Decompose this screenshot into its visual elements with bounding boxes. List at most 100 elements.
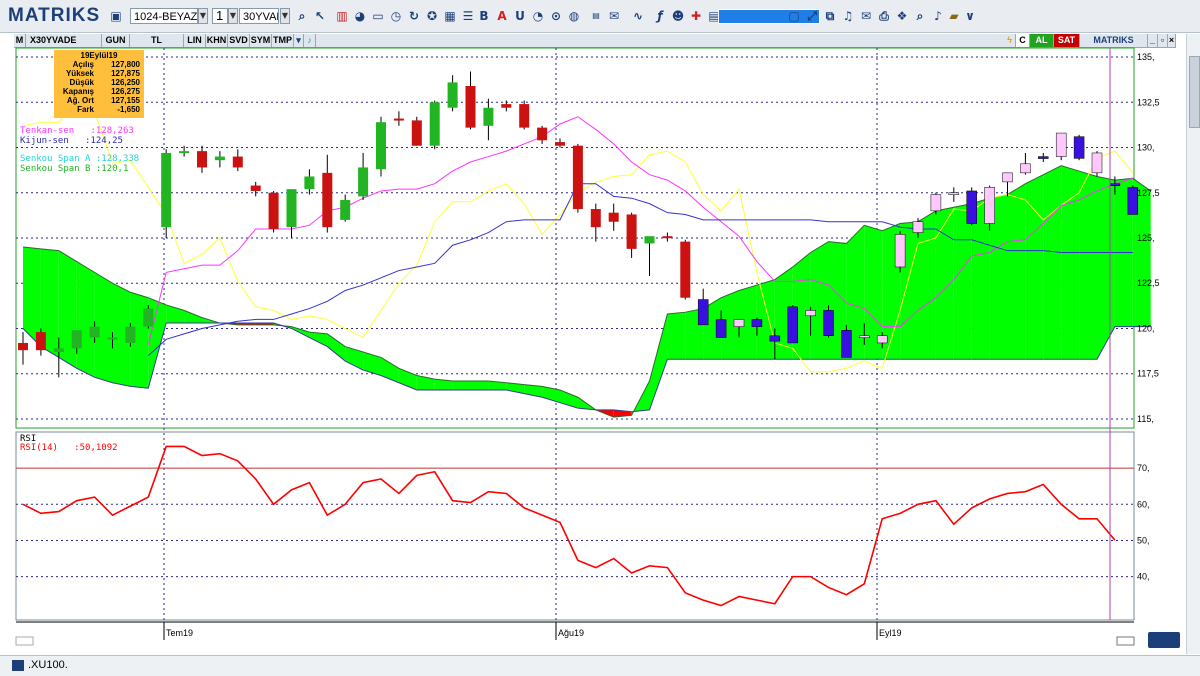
candle-body	[71, 330, 82, 349]
candle-body	[53, 348, 64, 352]
kumo-cloud-segment	[918, 210, 936, 360]
candle-body	[1020, 163, 1031, 174]
info-low-label: Düşük	[69, 78, 94, 87]
candle-body	[966, 190, 977, 224]
candle-body	[626, 214, 637, 249]
rsi-tick-label: 40,	[1137, 572, 1150, 582]
rsi-tick-label: 50,	[1137, 535, 1150, 545]
candle-body	[555, 142, 565, 146]
candle-body	[268, 192, 279, 229]
info-diff-value: -1,650	[117, 105, 140, 114]
candle-body	[841, 330, 852, 358]
candle-body	[662, 236, 673, 239]
candle-body	[304, 176, 315, 190]
candle-body	[787, 306, 798, 344]
span-b-legend: Senkou Span B :120,1	[20, 164, 129, 174]
candle-body	[572, 145, 583, 210]
candle-body	[1091, 152, 1103, 174]
info-open-value: 127,800	[111, 60, 140, 69]
candle-body	[1002, 172, 1013, 183]
scroll-left-button[interactable]	[15, 636, 34, 646]
candle-body	[89, 326, 100, 338]
kumo-cloud-segment	[452, 380, 471, 390]
candle-body	[411, 120, 422, 146]
candle-body	[948, 192, 960, 196]
info-low-value: 126,250	[111, 78, 140, 87]
price-tick-label: 120,	[1137, 323, 1155, 333]
kumo-cloud-segment	[953, 203, 972, 360]
price-tick-label: 122,5	[1137, 278, 1160, 288]
candle-body	[322, 172, 333, 228]
info-close-value: 126,275	[111, 87, 140, 96]
candle-body	[859, 335, 870, 338]
price-tick-label: 125,	[1137, 233, 1155, 243]
rsi-legend: RSI(14) :50,1092	[20, 443, 118, 453]
x-tick-label: Eyl19	[879, 628, 902, 638]
candle-body	[894, 234, 906, 268]
kumo-cloud-segment	[810, 241, 829, 360]
status-bar: .XU100.	[0, 655, 1200, 676]
candle-body	[644, 236, 655, 244]
ohlc-info-box: 19Eylül19 Açılış 127,800 Yüksek 127,875 Dü…	[54, 50, 144, 118]
chart-canvas[interactable]: 135, 132,5 130, 127,5 125, 122,5 120, 117,5 115,…	[0, 0, 1200, 675]
kumo-cloud-segment	[667, 312, 686, 360]
kumo-cloud-segment	[76, 261, 95, 378]
kumo-cloud-segment	[1079, 171, 1097, 360]
scrollbar-thumb[interactable]	[1189, 56, 1200, 128]
candle-body	[715, 319, 727, 338]
info-avg-label: Ağ. Ort	[66, 96, 94, 105]
kijun-legend: Kijun-sen :124,25	[20, 136, 123, 146]
x-tick-label: Tem19	[166, 628, 193, 638]
info-open-label: Açılış	[72, 60, 94, 69]
candle-body	[107, 337, 118, 340]
candle-body	[769, 335, 781, 342]
candle-body	[483, 107, 494, 126]
candle-body	[179, 151, 190, 154]
candle-body	[733, 319, 745, 327]
candle-body	[18, 342, 28, 351]
candle-body	[340, 200, 351, 220]
price-tick-label: 130,	[1137, 143, 1155, 153]
right-scrollbar[interactable]	[1186, 34, 1200, 654]
info-high-value: 127,875	[111, 69, 140, 78]
candle-body	[590, 209, 601, 228]
scroll-right-button[interactable]	[1116, 636, 1135, 646]
candle-body	[286, 189, 297, 228]
price-tick-label: 132,5	[1137, 97, 1160, 107]
candle-body	[608, 212, 619, 222]
candle-body	[680, 241, 691, 298]
kumo-cloud-segment	[470, 380, 489, 390]
tenkan-legend: Tenkan-sen :128,263	[20, 126, 134, 136]
status-symbol[interactable]: .XU100.	[28, 659, 68, 671]
candle-body	[1109, 183, 1121, 186]
candle-body	[1073, 136, 1085, 159]
candle-body	[232, 156, 243, 168]
candle-body	[876, 335, 888, 344]
candle-body	[697, 299, 709, 326]
rsi-panel-frame	[15, 431, 1135, 621]
candle-body	[751, 319, 763, 327]
candle-body	[143, 308, 154, 327]
price-tick-label: 127,5	[1137, 188, 1160, 198]
candle-body	[429, 102, 440, 146]
info-close-label: Kapanış	[62, 87, 94, 96]
kumo-cloud-segment	[1007, 183, 1026, 360]
candle-body	[358, 167, 369, 197]
kumo-cloud-segment	[1043, 165, 1062, 360]
candle-body	[537, 127, 548, 141]
candle-body	[1038, 156, 1049, 159]
price-tick-label: 135,	[1137, 52, 1155, 62]
info-diff-label: Fark	[77, 105, 94, 114]
chart-settings-icon[interactable]	[1148, 632, 1180, 648]
rsi-tick-label: 70,	[1137, 463, 1150, 473]
candle-body	[465, 86, 476, 128]
candle-body	[376, 122, 386, 170]
candle-body	[912, 221, 924, 233]
span-a-legend: Senkou Span A :128,338	[20, 154, 140, 164]
candle-body	[250, 185, 261, 191]
status-chart-icon	[12, 660, 24, 671]
candle-body	[1055, 132, 1067, 157]
candle-body	[125, 326, 136, 343]
candle-body	[161, 152, 172, 228]
x-tick-label: Ağu19	[558, 628, 584, 638]
